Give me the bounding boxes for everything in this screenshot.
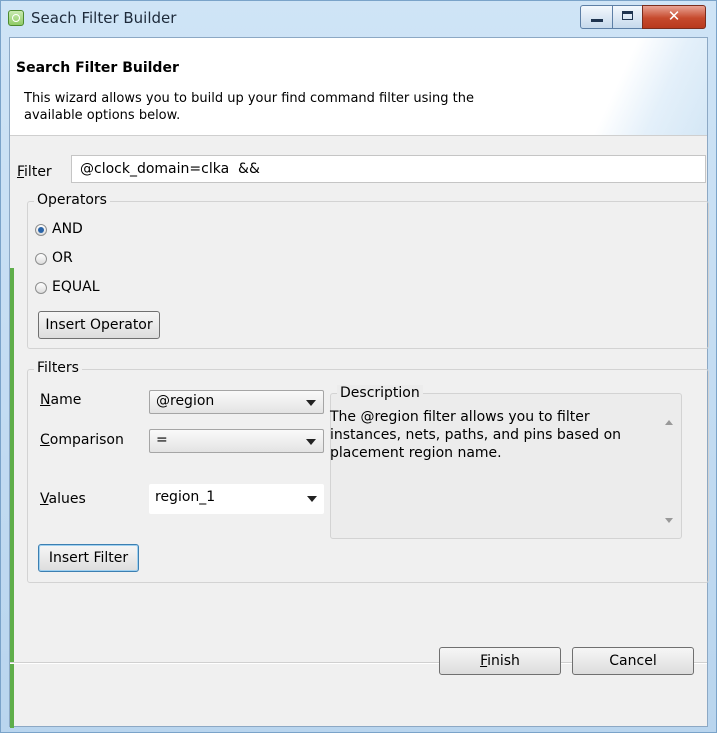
finish-mnemonic: F [480, 653, 488, 669]
minimize-icon [591, 19, 603, 22]
title-bar[interactable]: Seach Filter Builder ✕ [1, 1, 716, 37]
filter-input[interactable] [71, 155, 706, 183]
wizard-window: Seach Filter Builder ✕ Search Filter Bui… [0, 0, 717, 733]
values-label-mnemonic: V [40, 491, 49, 507]
name-combo-value: @region [156, 393, 215, 409]
left-accent-bar [10, 268, 14, 728]
comparison-combo-value: = [156, 432, 168, 448]
filters-group-title: Filters [34, 360, 82, 376]
name-label-mnemonic: N [40, 392, 51, 408]
finish-button[interactable]: Finish [439, 647, 561, 675]
comparison-label: Comparison [40, 432, 124, 448]
insert-operator-button[interactable]: Insert Operator [38, 311, 160, 339]
name-combo[interactable]: @region [149, 390, 324, 414]
filter-label: Filter [17, 164, 52, 180]
maximize-icon [622, 11, 633, 20]
filter-label-mnemonic: F [17, 164, 25, 180]
chevron-down-icon [306, 400, 316, 406]
values-combo[interactable]: region_1 [149, 484, 324, 514]
window-title: Seach Filter Builder [31, 9, 177, 27]
scroll-down-icon[interactable] [665, 518, 673, 523]
close-button[interactable]: ✕ [642, 5, 706, 29]
description-text: The @region filter allows you to filter … [330, 409, 622, 461]
cancel-button[interactable]: Cancel [572, 647, 694, 675]
radio-equal-label: EQUAL [52, 279, 100, 295]
name-label: Name [40, 392, 82, 408]
description-group: Description The @region filter allows yo… [330, 385, 682, 539]
wizard-banner: Search Filter Builder This wizard allows… [10, 38, 707, 136]
values-combo-value: region_1 [155, 489, 216, 505]
scroll-up-icon[interactable] [665, 420, 673, 425]
radio-and-label: AND [52, 221, 83, 237]
radio-and-indicator[interactable] [35, 224, 47, 236]
chevron-down-icon [306, 439, 316, 445]
operators-group-title: Operators [34, 192, 110, 208]
comparison-combo[interactable]: = [149, 429, 324, 453]
app-icon [8, 10, 24, 26]
description-group-title: Description [337, 385, 423, 401]
minimize-button[interactable] [580, 5, 613, 29]
close-icon: ✕ [667, 7, 681, 25]
radio-equal-indicator[interactable] [35, 282, 47, 294]
operators-group: Operators AND OR EQUAL Insert Operator [27, 192, 709, 349]
values-label: Values [40, 491, 86, 507]
chevron-down-icon [307, 496, 317, 502]
insert-filter-button[interactable]: Insert Filter [38, 544, 139, 572]
maximize-button[interactable] [612, 5, 643, 29]
banner-description: This wizard allows you to build up your … [24, 91, 474, 123]
comparison-label-mnemonic: C [40, 432, 50, 448]
filters-group: Filters Name @region Comparison = Values… [27, 360, 709, 583]
radio-or-label: OR [52, 250, 73, 266]
banner-title: Search Filter Builder [16, 60, 179, 76]
dialog-client-area: Search Filter Builder This wizard allows… [9, 37, 709, 728]
radio-or-indicator[interactable] [35, 253, 47, 265]
